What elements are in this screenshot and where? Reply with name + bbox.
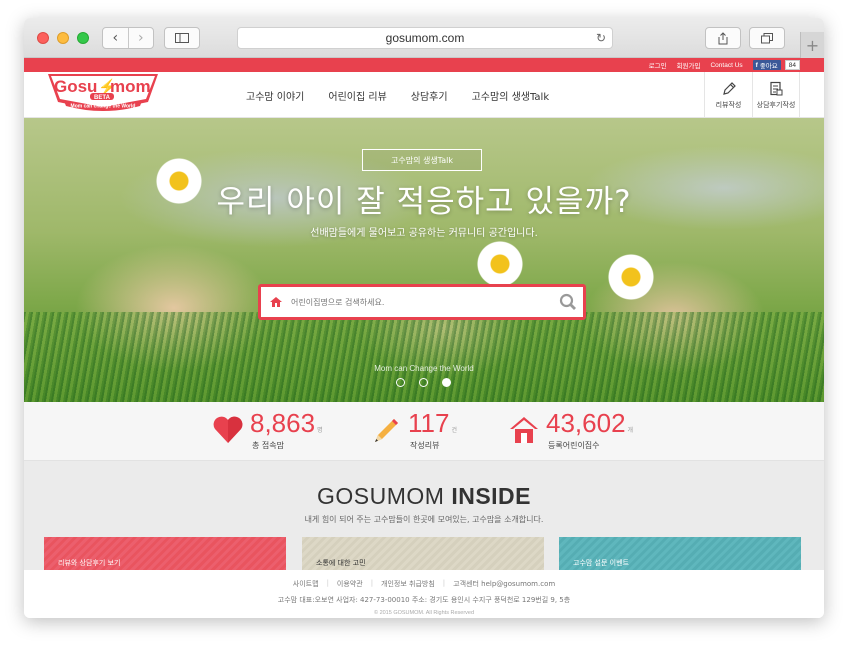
chevron-right-icon: › — [137, 30, 144, 46]
facebook-icon: f — [755, 61, 758, 69]
sidebar-toggle-button[interactable] — [164, 27, 200, 49]
inside-subtitle: 내게 힘이 되어 주는 고수맘들이 한곳에 모여있는, 고수맘을 소개합니다. — [304, 515, 544, 524]
stat-label: 작성리뷰 — [410, 441, 440, 450]
footer-link-sitemap[interactable]: 사이트맵 — [293, 579, 319, 589]
footer-separator: | — [370, 579, 374, 587]
slide-dot-1[interactable] — [396, 378, 405, 387]
house-icon — [510, 417, 538, 443]
grass-texture — [24, 312, 824, 402]
footer-links: 사이트맵 | 이용약관 | 개인정보 취급방침 | 고객센터 help@gosu… — [24, 579, 824, 589]
close-window-button[interactable] — [37, 32, 49, 44]
new-tab-button[interactable]: + — [800, 32, 824, 58]
main-nav: 고수맘 이야기 어린이집 리뷰 상담후기 고수맘의 생생Talk — [246, 72, 549, 118]
like-count: 84 — [784, 60, 800, 70]
daisy-flower — [608, 254, 654, 300]
nav-item-live-talk[interactable]: 고수맘의 생생Talk — [472, 88, 550, 103]
inside-title: GOSUMOM INSIDE — [316, 483, 532, 509]
chevron-left-icon: ‹ — [112, 30, 119, 46]
stat-value: 117 — [408, 408, 450, 438]
company-info: 고수맘 대표:오보연 사업자: 427-73-00010 주소: 경기도 용인시… — [277, 596, 571, 604]
minimize-window-button[interactable] — [57, 32, 69, 44]
heart-icon — [213, 416, 243, 443]
search-icon[interactable] — [553, 293, 583, 311]
hero-subtitle: 선배맘들에게 물어보고 공유하는 커뮤니티 공간입니다. — [310, 228, 538, 239]
forward-button[interactable]: › — [127, 28, 154, 48]
home-icon — [261, 296, 291, 308]
stat-unit: 명 — [317, 427, 323, 434]
share-button[interactable] — [705, 27, 741, 49]
document-icon — [770, 81, 783, 95]
site-header: Gosu ⚡ mom BETA Mom can change the World… — [24, 72, 824, 118]
stat-visitors: 8,863 명 총 접속맘 — [212, 408, 323, 450]
browser-window: ‹ › gosumom.com ↻ + 로그인 회원가입 Contact Us … — [24, 18, 824, 618]
reload-icon[interactable]: ↻ — [596, 31, 606, 45]
history-nav: ‹ › — [102, 27, 154, 49]
write-consult-review-button[interactable]: 상담후기작성 — [752, 72, 800, 118]
svg-text:mom: mom — [110, 77, 151, 96]
login-link[interactable]: 로그인 — [649, 60, 667, 70]
nav-item-daycare-review[interactable]: 어린이집 리뷰 — [328, 88, 386, 103]
browser-toolbar: ‹ › gosumom.com ↻ + — [24, 18, 824, 58]
hero-category-tag[interactable]: 고수맘의 생생Talk — [362, 149, 482, 171]
write-review-button[interactable]: 리뷰작성 — [704, 72, 752, 118]
svg-text:BETA: BETA — [94, 95, 111, 101]
tabs-icon — [761, 32, 773, 43]
share-icon — [718, 31, 728, 44]
plus-icon: + — [805, 35, 820, 55]
nav-item-gosumom-story[interactable]: 고수맘 이야기 — [246, 88, 304, 103]
stat-reviews: 117 건 작성리뷰 — [370, 408, 457, 450]
stats-bar: 8,863 명 총 접속맘 117 건 작성리뷰 43,602 개 등록어린이집수 — [24, 402, 824, 461]
nav-item-consult-review[interactable]: 상담후기 — [411, 88, 448, 103]
facebook-like-button[interactable]: f 좋아요 — [752, 60, 781, 70]
pencil-icon — [722, 81, 736, 95]
address-bar[interactable]: gosumom.com ↻ — [237, 27, 613, 49]
search-input[interactable] — [291, 297, 553, 307]
stat-unit: 개 — [627, 427, 634, 434]
hero-title: 우리 아이 잘 적응하고 있을까? — [216, 184, 632, 220]
inside-section: GOSUMOM INSIDE 내게 힘이 되어 주는 고수맘들이 한곳에 모여있… — [24, 461, 824, 577]
site-footer: 사이트맵 | 이용약관 | 개인정보 취급방침 | 고객센터 help@gosu… — [24, 570, 824, 618]
tab-overview-button[interactable] — [749, 27, 785, 49]
svg-text:Gosu: Gosu — [54, 77, 97, 96]
header-actions: 리뷰작성 상담후기작성 — [704, 72, 800, 118]
footer-link-terms[interactable]: 이용약관 — [337, 579, 363, 589]
stat-daycares: 43,602 개 등록어린이집수 — [508, 408, 634, 450]
svg-text:Mom can change the World: Mom can change the World — [71, 104, 136, 110]
stat-label: 등록어린이집수 — [548, 441, 600, 450]
stat-unit: 건 — [451, 427, 457, 434]
hero-footer-text: Mom can Change the World — [374, 364, 474, 373]
footer-separator: | — [326, 579, 329, 587]
hero-banner: 고수맘의 생생Talk 우리 아이 잘 적응하고 있을까? 선배맘들에게 물어보… — [24, 118, 824, 402]
footer-separator: | — [442, 579, 446, 587]
sidebar-icon — [175, 33, 189, 43]
footer-link-support[interactable]: 고객센터 help@gosumom.com — [453, 579, 555, 589]
back-button[interactable]: ‹ — [103, 28, 128, 48]
zoom-window-button[interactable] — [77, 32, 89, 44]
stat-value: 43,602 — [546, 408, 626, 438]
slide-dot-3[interactable] — [442, 378, 451, 387]
contact-link[interactable]: Contact Us — [710, 62, 742, 69]
footer-link-privacy[interactable]: 개인정보 취급방침 — [381, 579, 435, 589]
copyright: © 2015 GOSUMOM. All Rights Reserved — [373, 610, 475, 616]
daycare-search-box — [258, 284, 586, 320]
url-text: gosumom.com — [385, 31, 465, 45]
stat-value: 8,863 — [250, 408, 316, 438]
gosumom-logo[interactable]: Gosu ⚡ mom BETA Mom can change the World — [44, 64, 162, 114]
signup-link[interactable]: 회원가입 — [677, 60, 701, 70]
pencil-icon — [375, 419, 398, 442]
slide-indicators — [396, 378, 451, 387]
stat-label: 총 접속맘 — [252, 441, 284, 450]
slide-dot-2[interactable] — [419, 378, 428, 387]
